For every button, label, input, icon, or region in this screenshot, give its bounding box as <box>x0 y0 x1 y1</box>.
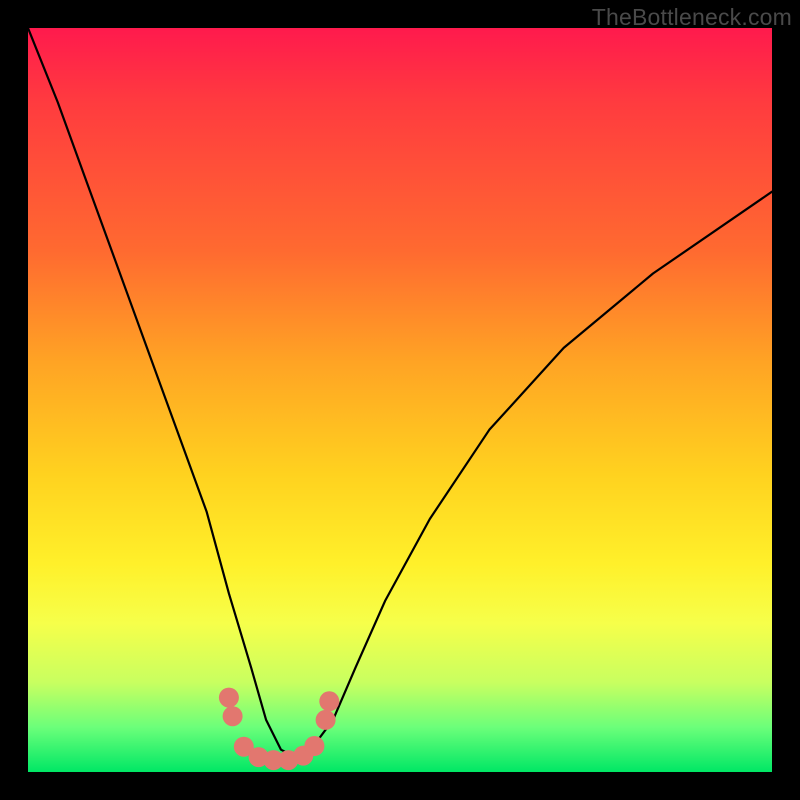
highlight-dot <box>304 736 324 756</box>
highlight-dot <box>219 688 239 708</box>
bottleneck-curve <box>28 28 772 757</box>
chart-plot-area <box>28 28 772 772</box>
watermark-text: TheBottleneck.com <box>592 4 792 31</box>
highlight-dot <box>319 691 339 711</box>
highlight-dot <box>316 710 336 730</box>
highlight-dot <box>223 706 243 726</box>
highlight-dots <box>219 688 339 771</box>
chart-svg <box>28 28 772 772</box>
chart-frame: TheBottleneck.com <box>0 0 800 800</box>
